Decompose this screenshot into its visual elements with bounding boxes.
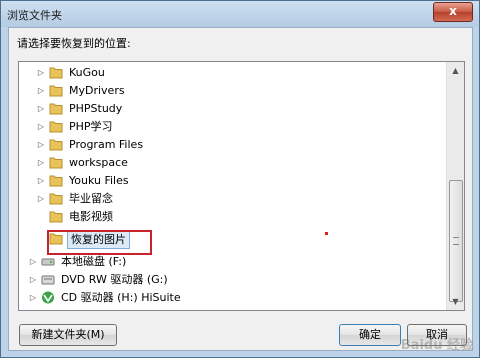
folder-icon xyxy=(49,121,63,133)
tree-item-label: 本地磁盘 (F:) xyxy=(61,255,127,268)
grip-icon xyxy=(453,237,459,245)
folder-icon xyxy=(49,139,63,151)
expand-arrow-icon[interactable]: ▷ xyxy=(29,253,37,271)
tree-item-label: MyDrivers xyxy=(69,84,125,97)
expand-arrow-icon[interactable]: ▷ xyxy=(37,100,45,118)
tree-item-label: PHPStudy xyxy=(69,102,123,115)
watermark: Baidu 经验 xyxy=(400,338,473,353)
tree-item-label: DVD RW 驱动器 (G:) xyxy=(61,273,168,286)
tree-item-label: CD 驱动器 (H:) HiSuite xyxy=(61,291,181,304)
drive-icon xyxy=(41,258,55,266)
dialog-body: 请选择要恢复到的位置: ▷ KuGou ▷ MyDrivers ▷ PHPStu… xyxy=(8,27,473,351)
expand-arrow-icon[interactable]: ▷ xyxy=(37,190,45,208)
folder-tree[interactable]: ▷ KuGou ▷ MyDrivers ▷ PHPStudy ▷ PHP学习 ▷ xyxy=(18,61,465,311)
close-button[interactable]: x xyxy=(433,2,473,22)
expand-arrow-icon[interactable]: ▷ xyxy=(37,118,45,136)
cd-drive-icon xyxy=(42,291,54,304)
ok-button[interactable]: 确定 xyxy=(339,324,401,346)
vertical-scrollbar[interactable]: ▲ ▼ xyxy=(446,62,464,310)
tree-item-label: 电影视频 xyxy=(69,210,113,223)
folder-icon xyxy=(49,193,63,205)
marker-dot xyxy=(325,232,328,235)
tree-item-label: 毕业留念 xyxy=(69,192,113,205)
tree-item-label: Program Files xyxy=(69,138,144,151)
tree-item-label: workspace xyxy=(69,156,128,169)
folder-icon xyxy=(49,157,63,169)
new-folder-button[interactable]: 新建文件夹(M) xyxy=(19,324,117,346)
folder-icon xyxy=(49,85,63,97)
folder-icon xyxy=(49,211,63,223)
scroll-up-icon[interactable]: ▲ xyxy=(447,62,464,79)
dvd-drive-icon xyxy=(41,275,55,285)
expand-arrow-icon[interactable]: ▷ xyxy=(37,82,45,100)
scroll-down-icon[interactable]: ▼ xyxy=(447,293,464,310)
expand-arrow-icon[interactable]: ▷ xyxy=(37,136,45,154)
folder-icon xyxy=(49,103,63,115)
scroll-thumb[interactable] xyxy=(449,180,463,302)
instruction-text: 请选择要恢复到的位置: xyxy=(17,37,131,50)
browse-folder-dialog: 浏览文件夹 x 请选择要恢复到的位置: ▷ KuGou ▷ MyDrivers … xyxy=(0,0,480,358)
tree-item-label: KuGou xyxy=(69,66,105,79)
expand-arrow-icon[interactable]: ▷ xyxy=(37,172,45,190)
folder-icon xyxy=(49,175,63,187)
tree-item-label: PHP学习 xyxy=(69,120,113,133)
expand-arrow-icon[interactable]: ▷ xyxy=(37,64,45,82)
title-bar[interactable]: 浏览文件夹 x xyxy=(1,1,479,27)
highlight-box xyxy=(47,230,152,255)
expand-arrow-icon[interactable]: ▷ xyxy=(29,289,37,307)
expand-arrow-icon[interactable]: ▷ xyxy=(37,154,45,172)
folder-icon xyxy=(49,67,63,79)
window-title: 浏览文件夹 xyxy=(7,9,62,22)
tree-item-label: Youku Files xyxy=(69,174,129,187)
expand-arrow-icon[interactable]: ▷ xyxy=(29,271,37,289)
